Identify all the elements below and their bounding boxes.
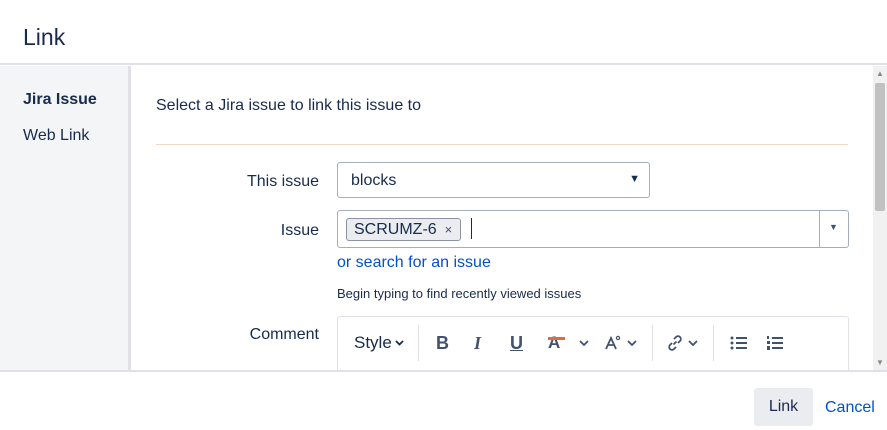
cancel-button[interactable]: Cancel	[825, 399, 875, 417]
link-form: Select a Jira issue to link this issue t…	[131, 66, 873, 370]
chevron-down-icon	[688, 340, 698, 346]
numbered-list-button[interactable]	[766, 317, 783, 369]
issue-chip-label: SCRUMZ-6	[354, 220, 437, 238]
this-issue-label: This issue	[246, 173, 319, 190]
text-formatting-icon	[605, 335, 621, 350]
issue-picker-input[interactable]: SCRUMZ-6 × ▼	[337, 210, 849, 248]
comment-label: Comment	[249, 326, 319, 343]
link-type-select[interactable]: blocks ▼	[337, 162, 650, 198]
sidebar-item-jira-issue[interactable]: Jira Issue	[23, 91, 97, 109]
chevron-down-icon	[395, 340, 404, 346]
link-icon	[668, 335, 682, 351]
scroll-up-icon[interactable]: ▲	[876, 69, 884, 78]
form-intro: Select a Jira issue to link this issue t…	[156, 97, 422, 114]
scroll-down-icon[interactable]: ▼	[876, 358, 884, 367]
link-type-sidebar: Jira Issue Web Link	[0, 66, 131, 370]
link-submit-button[interactable]: Link	[754, 388, 813, 426]
triangle-down-icon: ▼	[829, 222, 838, 232]
style-dropdown[interactable]: Style	[354, 317, 404, 369]
italic-button[interactable]: I	[474, 317, 481, 369]
text-color-dropdown[interactable]	[579, 317, 589, 369]
style-label: Style	[354, 333, 392, 352]
comment-editor[interactable]: Style B I U A	[337, 316, 849, 370]
toolbar-separator	[713, 325, 714, 361]
issue-chip: SCRUMZ-6 ×	[346, 218, 462, 241]
text-color-icon: A	[548, 333, 565, 353]
numbered-list-icon	[767, 336, 783, 350]
issue-label: Issue	[280, 222, 319, 239]
chip-remove-icon[interactable]: ×	[445, 222, 453, 237]
search-for-issue-link[interactable]: or search for an issue	[337, 254, 491, 272]
dialog-footer: Link Cancel	[0, 370, 887, 430]
bullet-list-icon	[730, 336, 747, 350]
dialog-title: Link	[23, 24, 66, 50]
issue-picker-dropdown-button[interactable]: ▼	[819, 211, 848, 247]
divider	[156, 144, 848, 145]
issue-picker-hint: Begin typing to find recently viewed iss…	[337, 286, 582, 301]
toolbar-separator	[652, 325, 653, 361]
bold-button[interactable]: B	[436, 317, 449, 369]
triangle-down-icon: ▼	[629, 173, 640, 185]
underline-button[interactable]: U	[510, 317, 523, 369]
link-type-value: blocks	[351, 172, 397, 189]
sidebar-item-web-link[interactable]: Web Link	[23, 127, 89, 145]
toolbar-separator	[418, 325, 419, 361]
dialog-header: Link	[0, 0, 887, 65]
insert-link-button[interactable]	[666, 317, 698, 369]
form-scrollbar[interactable]: ▲ ▼	[873, 66, 887, 370]
text-color-button[interactable]: A	[548, 317, 565, 369]
text-cursor	[471, 218, 472, 239]
bullet-list-button[interactable]	[730, 317, 747, 369]
more-formatting-button[interactable]	[604, 317, 637, 369]
chevron-down-icon	[627, 340, 637, 346]
chevron-down-icon	[579, 340, 589, 346]
scrollbar-thumb[interactable]	[875, 83, 885, 211]
